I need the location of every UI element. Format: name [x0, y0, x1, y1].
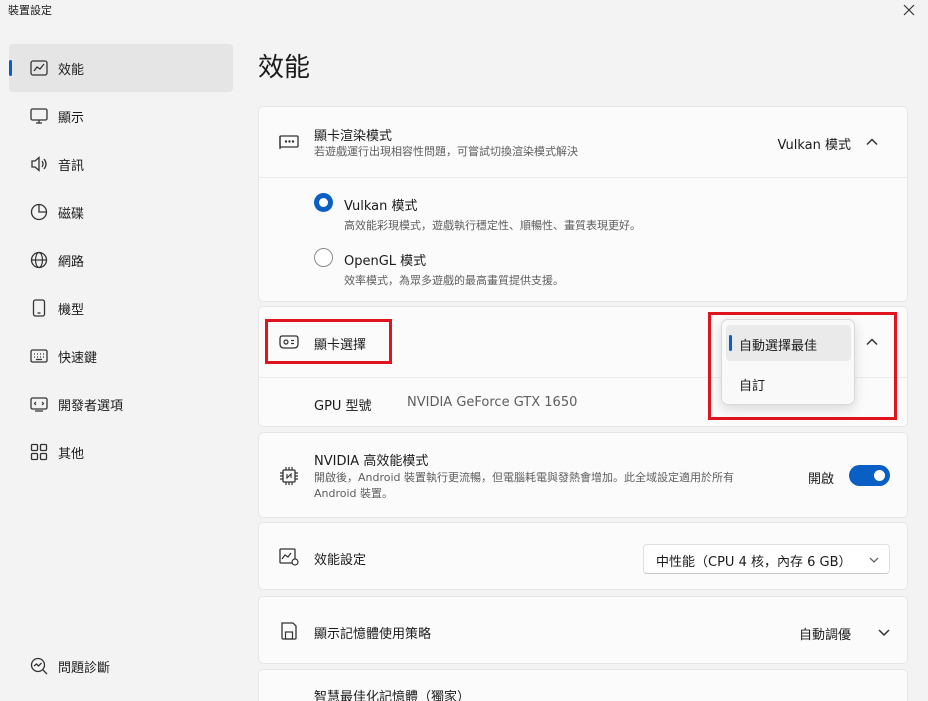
pie-disk-icon: [30, 203, 48, 221]
sidebar-item-disk[interactable]: 磁碟: [9, 188, 233, 236]
grid-icon: [30, 443, 48, 461]
dropdown-option-label: 自訂: [739, 379, 766, 394]
monitor-icon: [30, 108, 48, 124]
globe-icon: [30, 251, 48, 269]
phone-icon: [32, 299, 46, 317]
sidebar: 效能 顯示 音訊 磁碟 網路 機型 快速鍵 開發者選項 其他 問題診斷: [0, 0, 240, 701]
nvidia-mode-title: NVIDIA 高效能模式: [314, 454, 429, 469]
radio-vulkan[interactable]: Vulkan 模式 高效能彩現模式，遊戲執行穩定性、順暢性、畫質表現更好。: [309, 187, 729, 233]
radio-description: 高效能彩現模式，遊戲執行穩定性、順暢性、畫質表現更好。: [344, 219, 641, 232]
memory-policy-title: 顯示記憶體使用策略: [314, 627, 432, 642]
diagnose-label: 問題診斷: [58, 661, 111, 676]
smart-memory-title: 智慧最佳化記憶體（獨家）: [314, 690, 471, 701]
memory-policy-value: 自動調優: [799, 628, 852, 643]
sidebar-item-label: 快速鍵: [58, 351, 98, 366]
sidebar-item-shortcuts[interactable]: 快速鍵: [9, 332, 233, 380]
memory-save-icon: [281, 622, 297, 640]
sidebar-item-audio[interactable]: 音訊: [9, 140, 233, 188]
performance-chart-icon: [30, 60, 48, 76]
sidebar-item-other[interactable]: 其他: [9, 428, 233, 476]
nvidia-mode-toggle[interactable]: [849, 465, 890, 486]
diagnose-icon: [30, 657, 48, 675]
divider: [259, 177, 907, 178]
memory-policy-dropdown[interactable]: 自動調優: [789, 617, 893, 647]
render-mode-subtitle: 若遊戲運行出現相容性問題，可嘗試切換渲染模式解決: [314, 145, 578, 158]
highlight-box-gpu-title: [265, 319, 392, 364]
render-mode-header[interactable]: 顯卡渲染模式 若遊戲運行出現相容性問題，可嘗試切換渲染模式解決 Vulkan 模…: [259, 107, 907, 177]
cpu-chip-icon: [280, 467, 298, 485]
sidebar-item-device-model[interactable]: 機型: [9, 284, 233, 332]
nvidia-mode-subtitle-line2: Android 裝置。: [314, 487, 394, 500]
radio-description: 效率模式，為眾多遊戲的最高畫質提供支援。: [344, 274, 564, 287]
sidebar-item-label: 音訊: [58, 159, 85, 174]
sidebar-item-display[interactable]: 顯示: [9, 92, 233, 140]
render-mode-card: 顯卡渲染模式 若遊戲運行出現相容性問題，可嘗試切換渲染模式解決 Vulkan 模…: [258, 106, 908, 302]
sidebar-item-performance[interactable]: 效能: [9, 44, 233, 92]
perf-setting-select[interactable]: 中性能（CPU 4 核，內存 6 GB）: [643, 544, 890, 574]
sidebar-item-label: 顯示: [58, 111, 85, 126]
perf-setting-value: 中性能（CPU 4 核，內存 6 GB）: [656, 555, 852, 570]
chevron-down-icon: [878, 629, 890, 637]
toggle-label: 開啟: [808, 472, 835, 487]
gpu-select-dropdown-menu: 自動選擇最佳 自訂: [721, 319, 855, 405]
gpu-card-icon: [279, 135, 299, 149]
diagnose-button[interactable]: 問題診斷: [9, 642, 233, 690]
radio-button-selected: [314, 193, 333, 212]
radio-button: [314, 248, 333, 267]
close-icon: [903, 4, 915, 16]
dropdown-option-auto[interactable]: 自動選擇最佳: [726, 325, 851, 361]
radio-label: Vulkan 模式: [344, 199, 418, 214]
keyboard-icon: [30, 349, 48, 363]
performance-settings-icon: [279, 548, 299, 566]
render-mode-current: Vulkan 模式: [777, 138, 852, 153]
page-title: 效能: [258, 53, 311, 83]
chevron-down-icon: [869, 557, 879, 563]
close-button[interactable]: [898, 0, 920, 20]
sidebar-item-label: 機型: [58, 303, 85, 318]
sidebar-item-label: 效能: [58, 63, 85, 78]
sidebar-item-network[interactable]: 網路: [9, 236, 233, 284]
dev-tools-icon: [30, 397, 48, 412]
perf-setting-title: 效能設定: [314, 553, 367, 568]
sidebar-item-label: 網路: [58, 255, 85, 270]
radio-label: OpenGL 模式: [344, 254, 427, 269]
sidebar-item-label: 磁碟: [58, 207, 85, 222]
gpu-model-label: GPU 型號: [314, 399, 372, 414]
memory-policy-card: 顯示記憶體使用策略 自動調優: [258, 596, 908, 664]
dropdown-option-label: 自動選擇最佳: [739, 339, 818, 354]
perf-setting-card: 效能設定 中性能（CPU 4 核，內存 6 GB）: [258, 522, 908, 590]
gpu-model-value: NVIDIA GeForce GTX 1650: [407, 395, 578, 410]
sidebar-item-developer[interactable]: 開發者選項: [9, 380, 233, 428]
sidebar-item-label: 其他: [58, 447, 85, 462]
render-mode-title: 顯卡渲染模式: [314, 129, 393, 144]
sidebar-item-label: 開發者選項: [58, 399, 124, 414]
radio-opengl[interactable]: OpenGL 模式 效率模式，為眾多遊戲的最高畫質提供支援。: [309, 242, 729, 288]
chevron-up-icon: [866, 138, 878, 146]
speaker-icon: [31, 156, 47, 172]
nvidia-mode-subtitle-line1: 開啟後，Android 裝置執行更流暢，但電腦耗電與發熱會增加。此全域設定適用於…: [314, 471, 735, 484]
nvidia-mode-card: NVIDIA 高效能模式 開啟後，Android 裝置執行更流暢，但電腦耗電與發…: [258, 432, 908, 518]
dropdown-option-custom[interactable]: 自訂: [726, 365, 851, 401]
smart-memory-card: 智慧最佳化記憶體（獨家）: [258, 669, 908, 701]
